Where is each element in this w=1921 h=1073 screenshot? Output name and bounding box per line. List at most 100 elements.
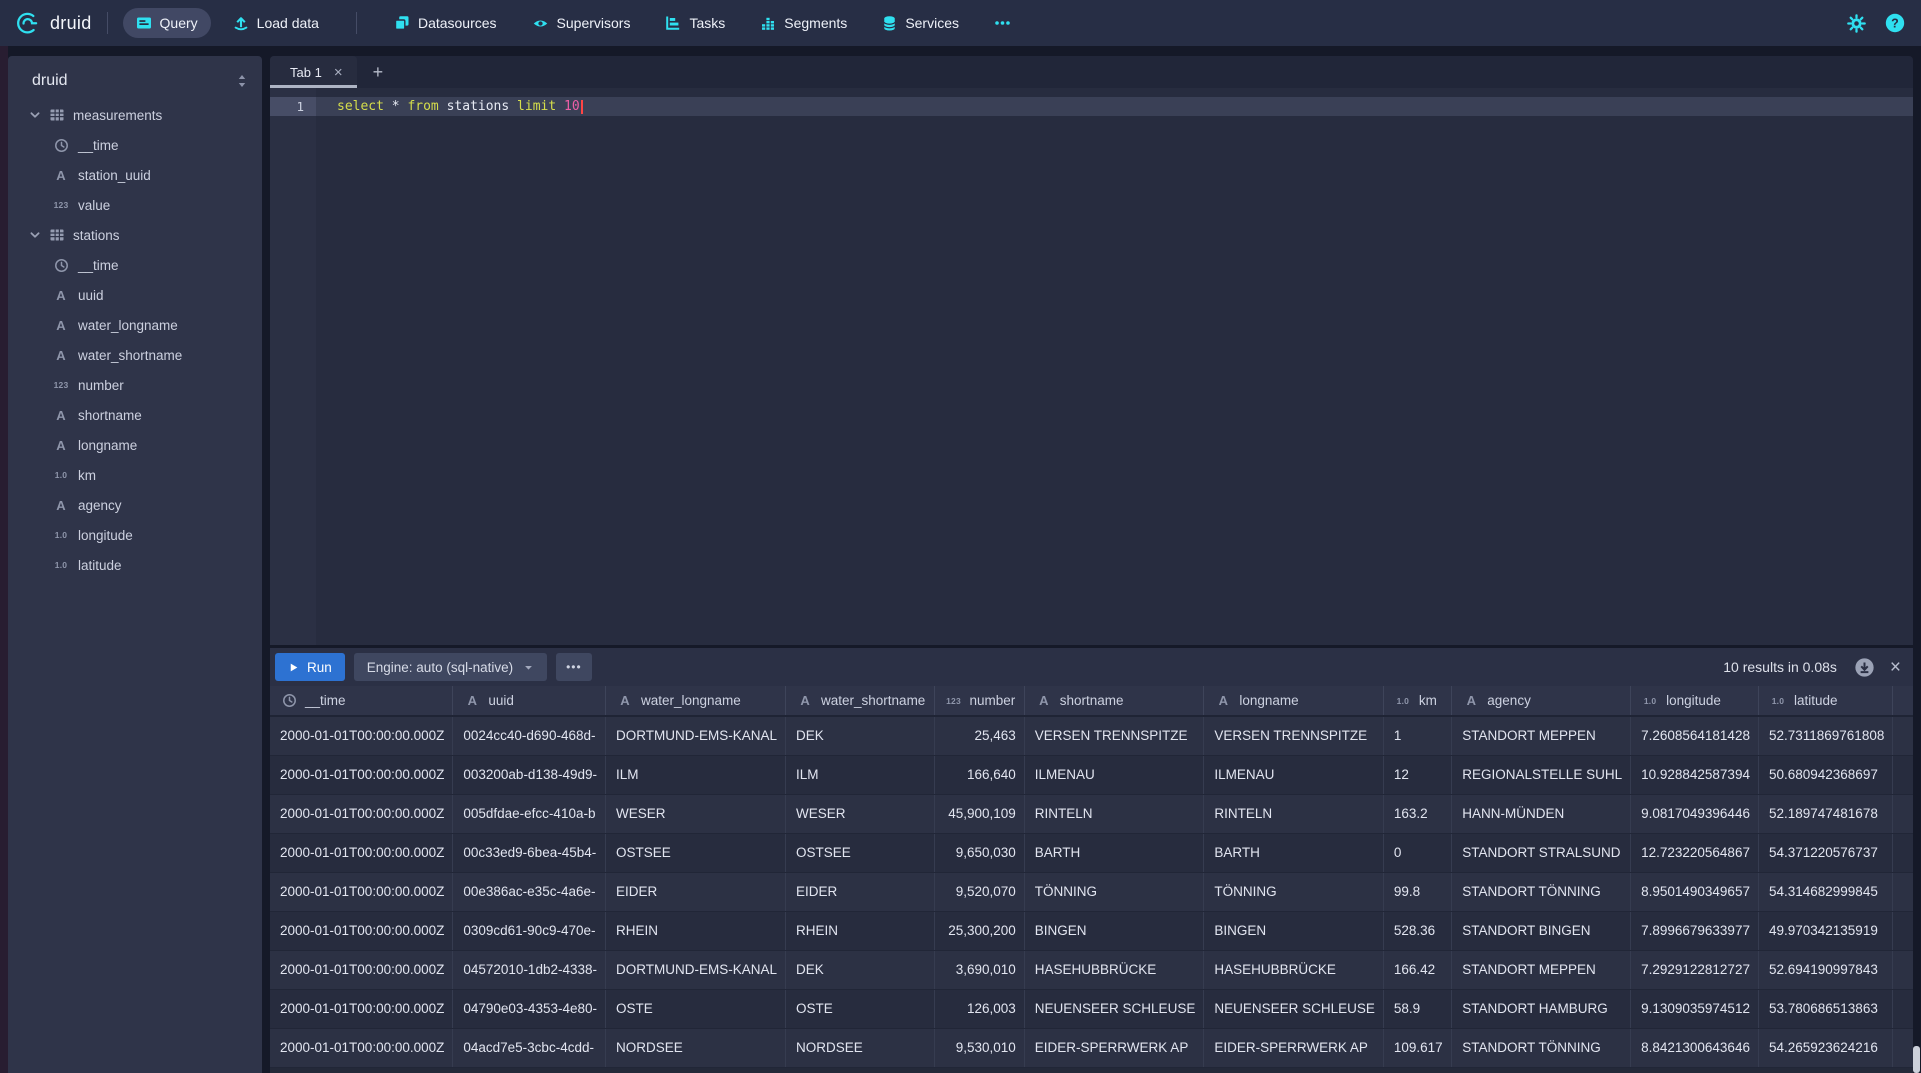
cell-uuid[interactable]: 04acd7e5-3cbc-4cdd- [453,1028,606,1067]
cell-water-shortname[interactable]: EIDER [786,872,934,911]
cell--time[interactable]: 2000-01-01T00:00:00.000Z [270,716,453,755]
cell-longitude[interactable]: 10.928842587394 [1631,755,1759,794]
nav-item-segments[interactable]: Segments [747,8,860,38]
cell-number[interactable]: 9,650,030 [934,833,1024,872]
cell-longitude[interactable]: 7.2608564181428 [1631,716,1759,755]
cell-number[interactable]: 25,300,200 [934,911,1024,950]
cell-water-shortname[interactable]: OSTE [786,989,934,1028]
tree-column-value[interactable]: 123value [8,190,262,220]
cell-number[interactable]: 9,520,070 [934,872,1024,911]
cell-longname[interactable]: ILMENAU [1204,755,1384,794]
sql-line[interactable]: select * from stations limit 10 [316,97,1913,116]
editor-code-area[interactable]: select * from stations limit 10 [316,88,1913,645]
cell-longname[interactable]: TÖNNING [1204,872,1384,911]
cell-water-longname[interactable]: OSTE [606,989,786,1028]
cell-shortname[interactable]: HASEHUBBRÜCKE [1024,950,1204,989]
cell--time[interactable]: 2000-01-01T00:00:00.000Z [270,911,453,950]
cell-latitude[interactable]: 54.265923624216 [1758,1028,1892,1067]
column-header-agency[interactable]: Aagency [1452,686,1631,716]
tree-column--time[interactable]: __time [8,250,262,280]
cell-agency[interactable]: HANN-MÜNDEN [1452,794,1631,833]
tree-column-shortname[interactable]: Ashortname [8,400,262,430]
nav-item-tasks[interactable]: Tasks [652,8,738,38]
cell-km[interactable]: 163.2 [1383,794,1451,833]
close-results-icon[interactable]: × [1890,658,1901,677]
cell-km[interactable]: 99.8 [1383,872,1451,911]
cell-agency[interactable]: STANDORT MEPPEN [1452,716,1631,755]
cell-shortname[interactable]: BINGEN [1024,911,1204,950]
cell--time[interactable]: 2000-01-01T00:00:00.000Z [270,950,453,989]
cell-water-longname[interactable]: RHEIN [606,911,786,950]
cell-shortname[interactable]: VERSEN TRENNSPITZE [1024,716,1204,755]
download-results-icon[interactable] [1854,657,1875,678]
cell-shortname[interactable]: BARTH [1024,833,1204,872]
cell-latitude[interactable]: 52.694190997843 [1758,950,1892,989]
cell-longitude[interactable]: 7.8996679633977 [1631,911,1759,950]
cell-water-longname[interactable]: DORTMUND-EMS-KANAL [606,716,786,755]
cell-longitude[interactable]: 9.0817049396446 [1631,794,1759,833]
tree-column-longname[interactable]: Alongname [8,430,262,460]
cell-km[interactable]: 1 [1383,716,1451,755]
cell-latitude[interactable]: 52.7311869761808 [1758,716,1892,755]
cell-agency[interactable]: STANDORT MEPPEN [1452,950,1631,989]
cell-water-longname[interactable]: ILM [606,755,786,794]
nav-item-query[interactable]: Query [123,8,211,38]
column-header-water-shortname[interactable]: Awater_shortname [786,686,934,716]
cell-longname[interactable]: HASEHUBBRÜCKE [1204,950,1384,989]
cell-agency[interactable]: STANDORT TÖNNING [1452,872,1631,911]
cell-agency[interactable]: STANDORT TÖNNING [1452,1028,1631,1067]
cell-longitude[interactable]: 12.723220564867 [1631,833,1759,872]
tree-column-water-shortname[interactable]: Awater_shortname [8,340,262,370]
tree-group-measurements[interactable]: measurements [8,100,262,130]
column-header--time[interactable]: __time [270,686,453,716]
cell-km[interactable]: 528.36 [1383,911,1451,950]
cell-uuid[interactable]: 00e386ac-e35c-4a6e- [453,872,606,911]
cell-shortname[interactable]: RINTELN [1024,794,1204,833]
tree-column--time[interactable]: __time [8,130,262,160]
cell-latitude[interactable]: 50.680942368697 [1758,755,1892,794]
cell-longname[interactable]: NEUENSEER SCHLEUSE [1204,989,1384,1028]
cell-longitude[interactable]: 9.1309035974512 [1631,989,1759,1028]
cell--time[interactable]: 2000-01-01T00:00:00.000Z [270,1028,453,1067]
cell-water-shortname[interactable]: WESER [786,794,934,833]
cell-latitude[interactable]: 52.189747481678 [1758,794,1892,833]
tree-column-latitude[interactable]: 1.0latitude [8,550,262,580]
cell-uuid[interactable]: 0309cd61-90c9-470e- [453,911,606,950]
cell-water-longname[interactable]: DORTMUND-EMS-KANAL [606,950,786,989]
new-tab-button[interactable]: + [357,56,400,88]
cell-water-longname[interactable]: NORDSEE [606,1028,786,1067]
cell-number[interactable]: 3,690,010 [934,950,1024,989]
cell-uuid[interactable]: 04572010-1db2-4338- [453,950,606,989]
cell-latitude[interactable]: 54.314682999845 [1758,872,1892,911]
cell-uuid[interactable]: 003200ab-d138-49d9- [453,755,606,794]
cell-latitude[interactable]: 49.970342135919 [1758,911,1892,950]
tree-column-number[interactable]: 123number [8,370,262,400]
cell-longname[interactable]: EIDER-SPERRWERK AP [1204,1028,1384,1067]
sort-columns-icon[interactable] [236,74,248,88]
cell--time[interactable]: 2000-01-01T00:00:00.000Z [270,872,453,911]
cell-number[interactable]: 9,530,010 [934,1028,1024,1067]
cell-agency[interactable]: STANDORT STRALSUND [1452,833,1631,872]
cell-km[interactable]: 166.42 [1383,950,1451,989]
cell-water-shortname[interactable]: DEK [786,950,934,989]
help-icon[interactable]: ? [1885,13,1905,33]
cell-longitude[interactable]: 8.9501490349657 [1631,872,1759,911]
vertical-scrollbar-thumb[interactable] [1913,1046,1920,1073]
cell-water-shortname[interactable]: ILM [786,755,934,794]
cell-uuid[interactable]: 005dfdae-efcc-410a-b [453,794,606,833]
cell-water-longname[interactable]: EIDER [606,872,786,911]
cell-longname[interactable]: BARTH [1204,833,1384,872]
engine-select-button[interactable]: Engine: auto (sql-native) [354,653,547,681]
cell-water-longname[interactable]: WESER [606,794,786,833]
tree-column-station-uuid[interactable]: Astation_uuid [8,160,262,190]
tree-column-water-longname[interactable]: Awater_longname [8,310,262,340]
tree-group-stations[interactable]: stations [8,220,262,250]
tab-close-icon[interactable]: × [334,65,343,80]
cell-latitude[interactable]: 53.780686513863 [1758,989,1892,1028]
cell-agency[interactable]: STANDORT BINGEN [1452,911,1631,950]
column-header-longname[interactable]: Alongname [1204,686,1384,716]
cell-number[interactable]: 45,900,109 [934,794,1024,833]
tree-column-longitude[interactable]: 1.0longitude [8,520,262,550]
sql-editor[interactable]: 1 select * from stations limit 10 [270,88,1913,645]
column-header-longitude[interactable]: 1.0longitude [1631,686,1759,716]
